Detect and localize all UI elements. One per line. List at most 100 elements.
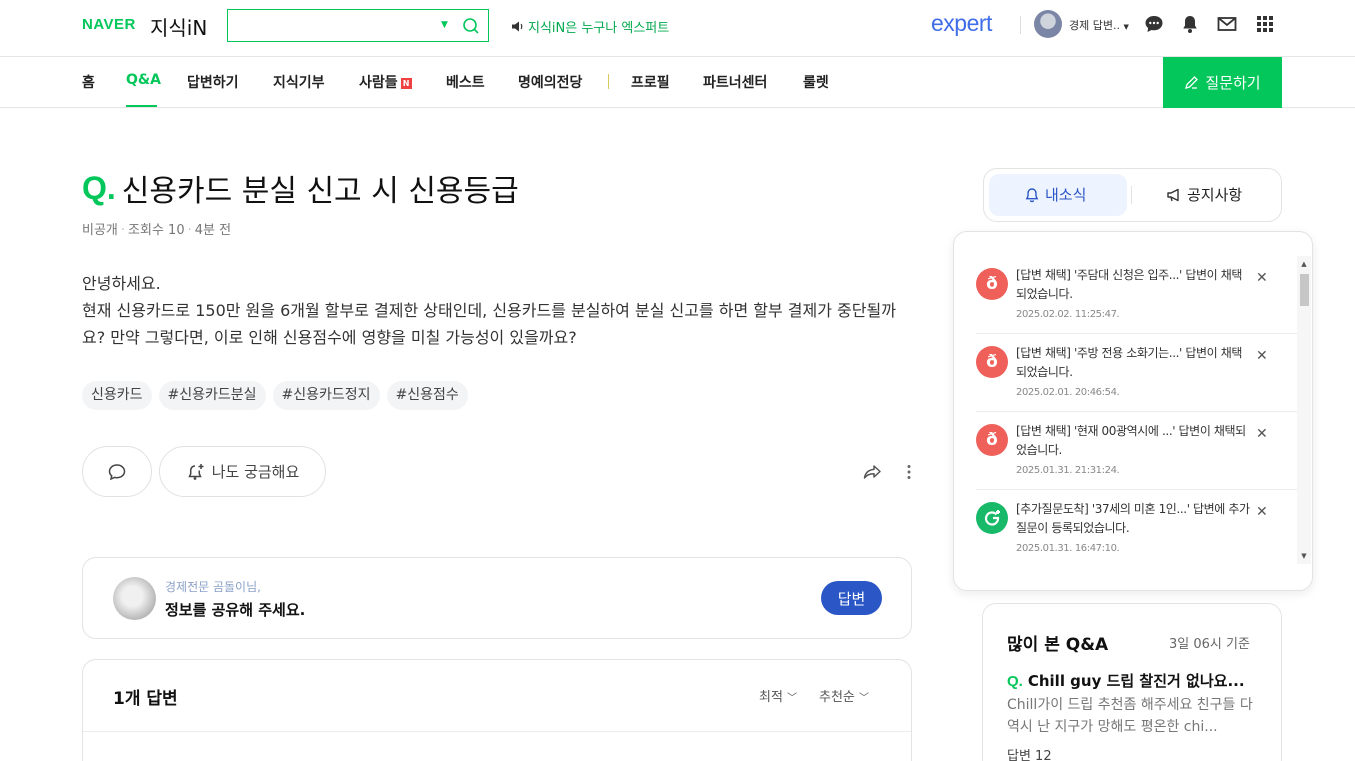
sort-recommend-label: 추천순 [819, 690, 855, 705]
bell-plus-icon [188, 463, 204, 480]
bell-icon[interactable] [1179, 13, 1201, 35]
search-icon[interactable] [461, 16, 481, 36]
user-avatar[interactable] [1034, 10, 1062, 38]
question-body: 안녕하세요. 현재 신용카드로 150만 원을 6개월 할부로 결제한 상태인데… [82, 270, 912, 351]
nav-qna[interactable]: Q&A [126, 72, 161, 88]
followup-question-icon [976, 502, 1008, 534]
nav-people[interactable]: 사람들 N [359, 72, 412, 92]
close-icon[interactable]: ✕ [1256, 270, 1270, 286]
chat-icon[interactable] [1143, 13, 1165, 35]
share-icon[interactable] [862, 462, 883, 482]
notification-text: [답변 채택] '주방 전용 소화기는...' 답변이 채택되었습니다. [1016, 346, 1242, 379]
speaker-icon [512, 21, 523, 32]
popular-snippet[interactable]: Chill가이 드립 추천좀 해주세요 친구들 다 역시 난 지구가 망해도 평… [1007, 694, 1259, 738]
notification-item[interactable]: ð [답변 채택] '주방 전용 소화기는...' 답변이 채택되었습니다. 2… [976, 334, 1298, 412]
question-body-line: 현재 신용카드로 150만 원을 6개월 할부로 결제한 상태인데, 신용카드를… [82, 301, 896, 347]
answer-button[interactable]: 답변 [821, 581, 882, 615]
question-time: 4분 전 [194, 223, 232, 238]
scrollbar-thumb[interactable] [1300, 274, 1309, 306]
popular-question-text: Chill guy 드립 찰진거 없나요... [1027, 672, 1245, 690]
nav-people-label: 사람들 [359, 75, 398, 91]
tag[interactable]: #신용점수 [386, 381, 468, 410]
question-body-line: 안녕하세요. [82, 274, 161, 293]
tag-list: 신용카드 #신용카드분실 #신용카드정지 #신용점수 [82, 381, 468, 410]
close-icon[interactable]: ✕ [1256, 504, 1270, 520]
question-title: Q. 신용카드 분실 신고 시 신용등급 [82, 166, 519, 210]
notification-time: 2025.01.31. 16:47:10. [1016, 543, 1120, 554]
nav-profile[interactable]: 프로필 [631, 72, 670, 92]
notification-time: 2025.01.31. 21:31:24. [1016, 465, 1120, 476]
tab-announcements-label: 공지사항 [1187, 186, 1243, 204]
chevron-down-icon: ﹀ [787, 693, 798, 704]
question-mark: Q. [82, 169, 116, 206]
nav-partner-center[interactable]: 파트너센터 [703, 72, 767, 92]
notification-text: [추가질문도착] '37세의 미혼 1인...' 답변에 추가질문이 등록되었습… [1016, 502, 1250, 535]
prompt-message: 정보를 공유해 주세요. [165, 601, 306, 619]
notification-text: [답변 채택] '주담대 신청은 입주...' 답변이 채택되었습니다. [1016, 268, 1242, 301]
answer-prompt-card: 경제전문 곰돌이님, 정보를 공유해 주세요. 답변 [82, 557, 912, 639]
service-logo[interactable]: 지식iN [150, 12, 207, 41]
answers-divider [83, 731, 911, 732]
apps-grid-icon[interactable] [1254, 13, 1276, 35]
chevron-down-icon: ﹀ [859, 693, 870, 704]
popular-date: 3일 06시 기준 [1169, 637, 1250, 652]
question-meta: 비공개 · 조회수 10 · 4분 전 [82, 223, 232, 238]
nav-best[interactable]: 베스트 [446, 72, 485, 92]
tab-my-news-label: 내소식 [1045, 186, 1087, 204]
answers-card: 1개 답변 최적 ﹀ 추천순 ﹀ [82, 659, 912, 761]
nav-roulette[interactable]: 룰렛 [803, 72, 829, 92]
nav-active-indicator [126, 105, 157, 107]
tag[interactable]: 신용카드 [82, 381, 152, 410]
sort-recommend-option[interactable]: 추천순 ﹀ [819, 686, 869, 705]
scroll-up-arrow-icon[interactable]: ▲ [1299, 259, 1309, 269]
answers-count: 1개 답변 [113, 689, 178, 709]
notification-time: 2025.02.01. 20:46:54. [1016, 387, 1120, 398]
prompt-user-name: 경제전문 곰돌이님, [165, 580, 261, 594]
search-input[interactable] [234, 15, 434, 37]
nav-divider [608, 74, 609, 89]
close-icon[interactable]: ✕ [1256, 426, 1270, 442]
more-vertical-icon[interactable] [902, 462, 916, 482]
close-icon[interactable]: ✕ [1256, 348, 1270, 364]
user-name: 경제 답변.. [1069, 19, 1120, 32]
curious-button[interactable]: 나도 궁금해요 [159, 446, 326, 497]
nav-home[interactable]: 홈 [82, 72, 95, 92]
popular-title: 많이 본 Q&A [1007, 635, 1109, 655]
question-views: 조회수 10 [128, 223, 185, 238]
main-nav: 홈 Q&A 답변하기 지식기부 사람들 N 베스트 명예의전당 프로필 파트너센터… [0, 57, 1355, 108]
question-privacy: 비공개 [82, 223, 118, 238]
popular-answer-count: 답변 12 [1007, 749, 1052, 761]
mail-icon[interactable] [1216, 13, 1238, 35]
popular-question[interactable]: Q. Chill guy 드립 찰진거 없나요... [1007, 670, 1259, 691]
ask-question-button[interactable]: 질문하기 [1163, 57, 1282, 108]
notification-item[interactable]: ð [답변 채택] '주담대 신청은 입주...' 답변이 채택되었습니다. 2… [976, 256, 1298, 334]
notification-panel: ð [답변 채택] '주담대 신청은 입주...' 답변이 채택되었습니다. 2… [953, 231, 1313, 591]
comment-icon [108, 463, 126, 480]
comment-button[interactable] [82, 446, 152, 497]
scroll-down-arrow-icon[interactable]: ▼ [1299, 551, 1309, 561]
expert-logo[interactable]: expert [931, 10, 992, 37]
notice-link[interactable]: 지식iN은 누구나 엑스퍼트 [511, 17, 669, 36]
tab-my-news[interactable]: 내소식 [1024, 184, 1086, 205]
notification-item[interactable]: [추가질문도착] '37세의 미혼 1인...' 답변에 추가질문이 등록되었습… [976, 490, 1298, 568]
nav-answer[interactable]: 답변하기 [187, 72, 239, 92]
tag[interactable]: #신용카드정지 [272, 381, 380, 410]
notification-item[interactable]: ð [답변 채택] '현재 00광역시에 ...' 답변이 채택되었습니다. 2… [976, 412, 1298, 490]
user-menu[interactable]: 경제 답변.. ▼ [1069, 17, 1129, 33]
megaphone-icon [1167, 188, 1179, 201]
naver-logo[interactable]: NAVER [82, 16, 136, 33]
question-mark: Q. [1007, 673, 1023, 690]
question-title-text: 신용카드 분실 신고 시 신용등급 [121, 174, 519, 209]
popular-qna-card: 많이 본 Q&A 3일 06시 기준 Q. Chill guy 드립 찰진거 없나… [982, 603, 1282, 761]
bell-outline-icon [1025, 187, 1039, 202]
sort-best-option[interactable]: 최적 ﹀ [759, 686, 797, 705]
sort-best-label: 최적 [759, 690, 783, 705]
new-badge: N [400, 78, 412, 89]
nav-donate[interactable]: 지식기부 [273, 72, 325, 92]
adopted-icon: ð [976, 424, 1008, 456]
tag[interactable]: #신용카드분실 [158, 381, 266, 410]
search-dropdown-icon[interactable]: ▼ [441, 18, 453, 32]
nav-hall-of-fame[interactable]: 명예의전당 [518, 72, 582, 92]
notification-text: [답변 채택] '현재 00광역시에 ...' 답변이 채택되었습니다. [1016, 424, 1246, 457]
tab-announcements[interactable]: 공지사항 [1166, 184, 1242, 205]
